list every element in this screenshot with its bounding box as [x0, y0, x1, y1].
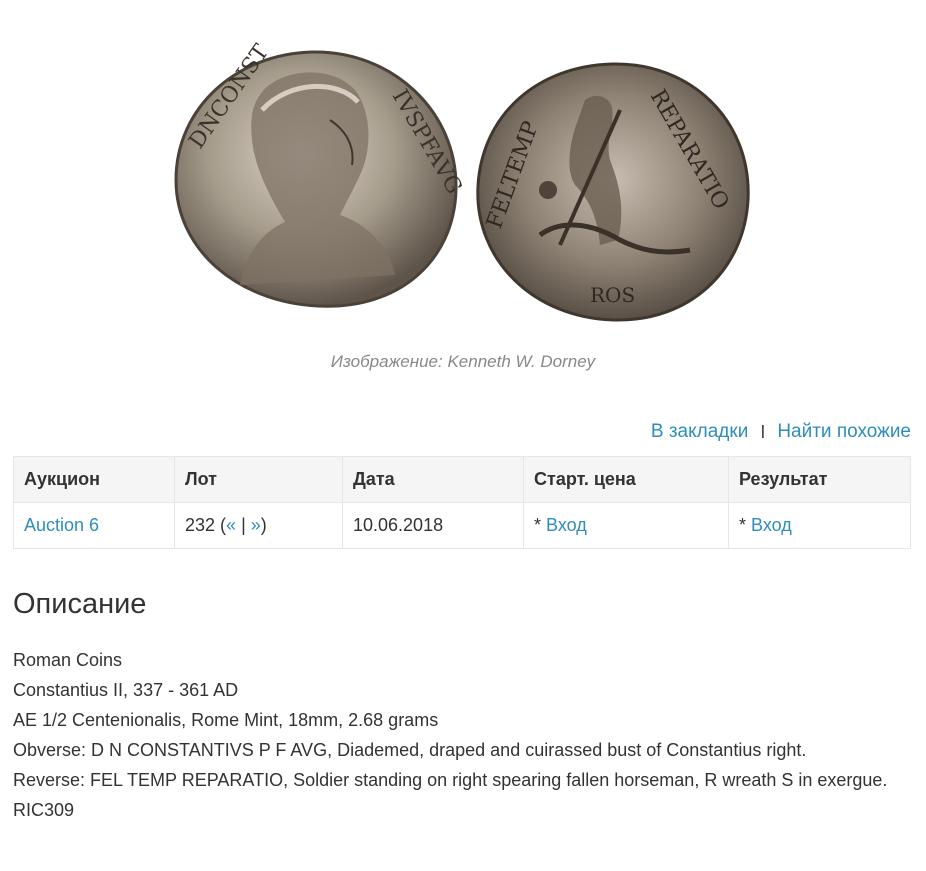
description-line-reverse: Reverse: FEL TEMP REPARATIO, Soldier sta… [13, 770, 888, 790]
auction-table: Аукцион Лот Дата Старт. цена Результат A… [13, 456, 911, 549]
actions-separator: I [760, 421, 766, 442]
auction-link[interactable]: Auction 6 [24, 515, 99, 535]
cell-date: 10.06.2018 [342, 502, 524, 549]
lot-nav-close: ) [260, 515, 267, 535]
description-line-ruler: Constantius II, 337 - 361 AD [13, 680, 239, 700]
next-lot-link[interactable]: » [251, 515, 261, 535]
coin-reverse: FELTEMP REPARATIO ROS [476, 62, 750, 322]
lot-number: 232 [185, 515, 216, 535]
header-start-price: Старт. цена [523, 456, 729, 503]
header-auction: Аукцион [13, 456, 175, 503]
header-lot: Лот [174, 456, 343, 503]
cell-auction: Auction 6 [13, 502, 175, 549]
cell-result: * Вход [728, 502, 911, 549]
image-caption: Изображение: Kenneth W. Dorney [330, 352, 596, 371]
table-row: Auction 6 232 (« | ») 10.06.2018 * Вход … [13, 502, 911, 549]
result-asterisk: * [739, 515, 752, 535]
find-similar-link[interactable]: Найти похожие [777, 421, 911, 443]
description-title: Описание [13, 588, 147, 620]
header-result: Результат [728, 456, 911, 503]
cell-lot: 232 (« | ») [174, 502, 343, 549]
coin-obverse: DNCONST IVSPFAVG [174, 40, 466, 308]
start-price-login-link[interactable]: Вход [546, 515, 587, 535]
description-line-category: Roman Coins [13, 650, 123, 670]
description-body: Roman Coins Constantius II, 337 - 361 AD… [13, 645, 911, 825]
description-line-obverse: Obverse: D N CONSTANTIVS P F AVG, Diadem… [13, 740, 807, 760]
lot-nav-separator: | [236, 515, 251, 535]
table-header-row: Аукцион Лот Дата Старт. цена Результат [13, 456, 911, 503]
result-login-link[interactable]: Вход [751, 515, 792, 535]
coin-image: DNCONST IVSPFAVG FELTEMP REPARATIO ROS [0, 0, 926, 340]
svg-text:ROS: ROS [590, 283, 635, 307]
start-price-asterisk: * [534, 515, 547, 535]
bookmark-link[interactable]: В закладки [651, 421, 748, 443]
cell-start-price: * Вход [523, 502, 729, 549]
description-line-reference: RIC309 [13, 800, 75, 820]
lot-actions: В закладки I Найти похожие [651, 421, 911, 443]
lot-nav-open: ( [215, 515, 227, 535]
prev-lot-link[interactable]: « [226, 515, 236, 535]
header-date: Дата [342, 456, 524, 503]
description-line-denomination: AE 1/2 Centenionalis, Rome Mint, 18mm, 2… [13, 710, 439, 730]
